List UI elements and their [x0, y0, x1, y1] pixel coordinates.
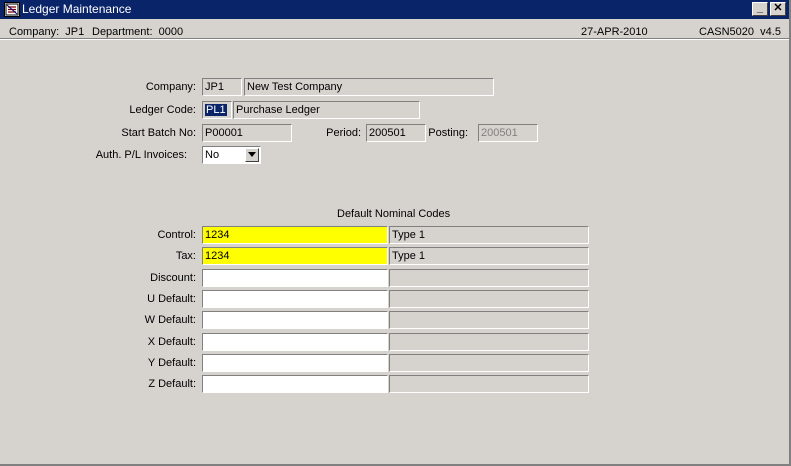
ledger-maintenance-window: Ledger Maintenance _ ✕ Company: JP1 Depa…	[0, 0, 791, 466]
context-date: 27-APR-2010	[581, 26, 648, 38]
start-batch-label: Start Batch No:	[121, 127, 196, 139]
nominal-code-field[interactable]	[202, 333, 388, 351]
nominal-description-field: Type 1	[389, 247, 589, 265]
period-field[interactable]: 200501	[366, 124, 426, 142]
company-name-field: New Test Company	[244, 78, 494, 96]
nominal-row-label: Y Default:	[147, 357, 196, 369]
company-label: Company:	[145, 81, 196, 93]
nominal-description-field	[389, 269, 589, 287]
start-batch-field[interactable]: P00001	[202, 124, 292, 142]
nominal-code-field[interactable]	[202, 311, 388, 329]
nominal-description-field: Type 1	[389, 226, 589, 244]
dropdown-arrow-icon[interactable]	[245, 148, 259, 162]
ledger-code-label: Ledger Code:	[129, 104, 196, 116]
nominal-row-label: X Default:	[147, 336, 196, 348]
nominal-description-field	[389, 354, 589, 372]
nominal-code-field[interactable]	[202, 290, 388, 308]
context-department: Department: 0000	[92, 26, 184, 38]
app-icon[interactable]	[4, 2, 20, 17]
nominal-code-field[interactable]	[202, 354, 388, 372]
nominal-row-label: Discount:	[150, 272, 196, 284]
close-icon: ✕	[773, 2, 783, 14]
ledger-code-field[interactable]: PL1	[202, 101, 232, 119]
nominal-row-label: W Default:	[144, 314, 196, 326]
auth-invoices-select[interactable]: No	[202, 146, 261, 164]
title-bar[interactable]: Ledger Maintenance _ ✕	[0, 0, 789, 19]
context-bar: Company: JP1 Department: 0000 27-APR-201…	[0, 20, 789, 40]
nominal-code-field[interactable]	[202, 269, 388, 287]
nominal-row-label: Tax:	[175, 250, 196, 262]
close-button[interactable]: ✕	[770, 2, 786, 16]
nominal-description-field	[389, 311, 589, 329]
period-label: Period:	[326, 127, 361, 139]
context-company: Company: JP1	[9, 26, 85, 38]
window-title: Ledger Maintenance	[22, 2, 132, 16]
nominal-row-label: Control:	[157, 229, 196, 241]
nominal-description-field	[389, 290, 589, 308]
ledger-name-field: Purchase Ledger	[233, 101, 420, 119]
nominal-code-field[interactable]	[202, 375, 388, 393]
posting-label: Posting:	[428, 127, 468, 139]
nominal-description-field	[389, 375, 589, 393]
auth-invoices-value: No	[205, 149, 220, 161]
ledger-code-value: PL1	[205, 104, 227, 116]
minimize-icon: _	[756, 2, 764, 14]
context-version: CASN5020 v4.5	[699, 26, 781, 38]
nominal-code-field[interactable]: 1234	[202, 247, 388, 265]
default-nominal-codes-title: Default Nominal Codes	[337, 208, 451, 220]
nominal-row-label: Z Default:	[148, 378, 196, 390]
nominal-description-field	[389, 333, 589, 351]
company-code-field[interactable]: JP1	[202, 78, 242, 96]
auth-invoices-label: Auth. P/L Invoices:	[95, 149, 187, 161]
nominal-code-field[interactable]: 1234	[202, 226, 388, 244]
nominal-row-label: U Default:	[147, 293, 196, 305]
posting-field: 200501	[478, 124, 538, 142]
minimize-button[interactable]: _	[752, 2, 768, 16]
